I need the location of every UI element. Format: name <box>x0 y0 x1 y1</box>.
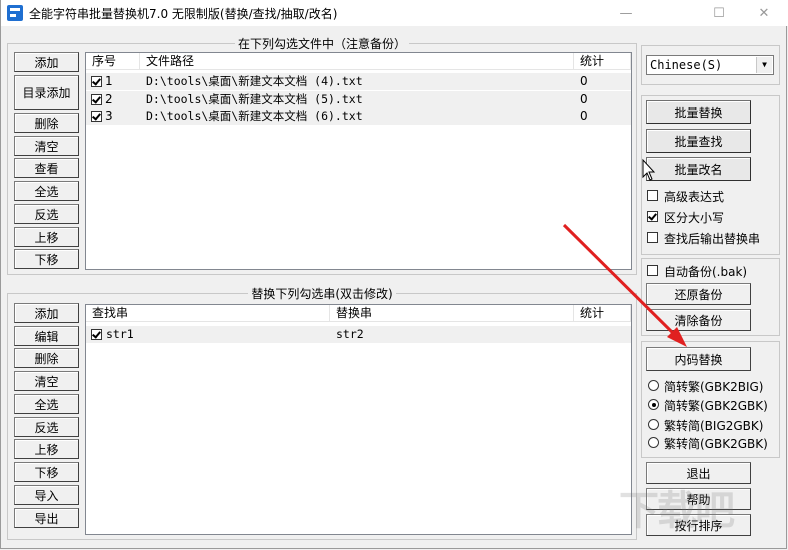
annotation-arrow-line <box>562 223 679 339</box>
watermark-logo: 下载吧 <box>619 488 735 534</box>
annotation-overlay <box>562 158 687 347</box>
app-window: 全能字符串批量替换机7.0 无限制版(替换/查找/抽取/改名) — ☐ ✕ 在下… <box>0 0 788 549</box>
mouse-cursor-icon <box>642 158 656 181</box>
